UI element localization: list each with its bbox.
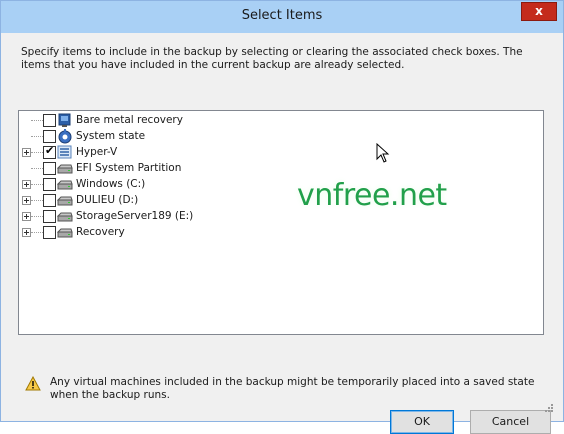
tree-item-efi-system-partition[interactable]: EFI System Partition — [19, 161, 319, 177]
drive-icon — [57, 180, 73, 190]
tree-item-label: System state — [76, 130, 146, 142]
tree-item-system-state[interactable]: System state — [19, 129, 319, 145]
ok-button[interactable]: OK — [390, 410, 454, 434]
select-items-dialog: Select Items x Specify items to include … — [0, 0, 564, 434]
storageserver189-e-checkbox[interactable] — [43, 210, 56, 223]
mouse-cursor-icon — [376, 143, 390, 163]
warning-message: Any virtual machines included in the bac… — [50, 376, 535, 401]
system-state-checkbox[interactable] — [43, 130, 56, 143]
drive-icon — [57, 212, 73, 222]
cancel-button[interactable]: Cancel — [470, 410, 551, 434]
resize-grip-icon[interactable] — [544, 403, 554, 413]
efi-system-partition-checkbox[interactable] — [43, 162, 56, 175]
dialog-title: Select Items — [241, 8, 323, 23]
tree-connector — [31, 216, 43, 217]
expand-icon[interactable] — [22, 148, 31, 157]
expand-icon[interactable] — [22, 180, 31, 189]
tree-connector — [31, 136, 43, 137]
system-state-icon — [58, 129, 72, 144]
close-button[interactable]: x — [521, 2, 557, 21]
tree-item-label: DULIEU (D:) — [76, 194, 139, 206]
expand-icon[interactable] — [22, 196, 31, 205]
tree-connector — [31, 200, 43, 201]
dulieu-d-checkbox[interactable] — [43, 194, 56, 207]
tree-connector — [31, 120, 43, 121]
tree-item-label: Hyper-V — [76, 146, 118, 158]
expand-icon[interactable] — [22, 212, 31, 221]
tree-connector — [31, 152, 43, 153]
title-bar[interactable]: Select Items x — [1, 1, 563, 33]
instructions-text: Specify items to include in the backup b… — [21, 46, 523, 71]
bare-metal-recovery-checkbox[interactable] — [43, 114, 56, 127]
tree-item-label: EFI System Partition — [76, 162, 182, 174]
recovery-checkbox[interactable] — [43, 226, 56, 239]
tree-item-label: Recovery — [76, 226, 125, 238]
tree-item-label: Windows (C:) — [76, 178, 146, 190]
tree-item-storageserver189-e[interactable]: StorageServer189 (E:) — [19, 209, 319, 225]
drive-icon — [57, 164, 73, 174]
tree-item-hyper-v[interactable]: Hyper-V — [19, 144, 319, 161]
expand-icon[interactable] — [22, 228, 31, 237]
tree-item-label: StorageServer189 (E:) — [76, 210, 194, 222]
items-tree[interactable]: Bare metal recovery System state ✔ Hyper… — [18, 110, 544, 335]
drive-icon — [57, 196, 73, 206]
hyper-v-checkbox[interactable] — [43, 144, 56, 159]
warning-icon — [25, 376, 41, 391]
tree-connector — [31, 168, 43, 169]
dialog-body: Specify items to include in the backup b… — [8, 33, 556, 434]
tree-item-bare-metal-recovery[interactable]: Bare metal recovery — [19, 113, 319, 129]
hyperv-icon — [57, 145, 72, 159]
tree-connector — [31, 184, 43, 185]
watermark-text: vnfree.net — [297, 178, 447, 213]
bare-metal-icon — [58, 113, 71, 127]
tree-item-windows-c[interactable]: Windows (C:) — [19, 177, 319, 193]
tree-item-label: Bare metal recovery — [76, 114, 183, 126]
windows-c-checkbox[interactable] — [43, 178, 56, 191]
tree-item-dulieu-d[interactable]: DULIEU (D:) — [19, 193, 319, 209]
tree-item-recovery[interactable]: Recovery — [19, 225, 319, 241]
tree-connector — [31, 232, 43, 233]
drive-icon — [57, 228, 73, 238]
